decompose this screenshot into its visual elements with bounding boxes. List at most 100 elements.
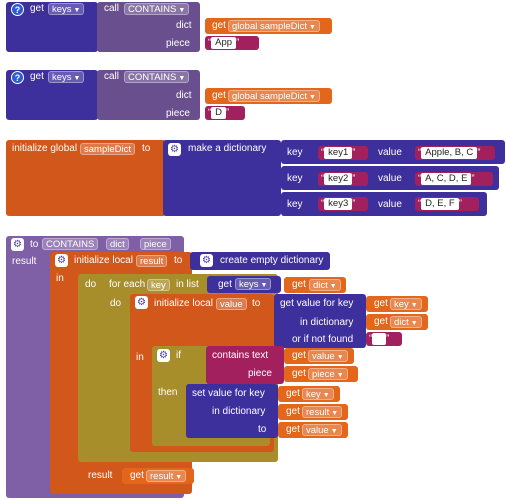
key-label: key <box>287 173 303 184</box>
variable-dropdown[interactable]: global sampleDict ▼ <box>228 19 320 33</box>
dropdown-arrow-icon: ▼ <box>330 428 338 435</box>
variable-dropdown[interactable]: value ▼ <box>308 349 348 363</box>
for-each-label: for each <box>109 279 146 290</box>
get-label: get <box>374 316 388 327</box>
loop-var-field[interactable]: key <box>147 278 170 292</box>
text-block-key2[interactable]: “key2” <box>318 172 368 186</box>
mutator-icon[interactable]: ⚙ <box>200 254 213 267</box>
text-block-app[interactable]: “App” <box>205 36 259 50</box>
dropdown-arrow-icon: ▼ <box>73 75 81 82</box>
do-label: do <box>85 279 97 290</box>
get-label: get <box>30 71 44 82</box>
variable-dropdown[interactable]: key ▼ <box>302 387 334 401</box>
variable-dropdown[interactable]: piece ▼ <box>308 367 348 381</box>
value-label: value <box>378 199 402 210</box>
variable-dropdown[interactable]: result ▼ <box>146 469 187 483</box>
dropdown-arrow-icon: ▼ <box>260 282 268 289</box>
text-block-value1[interactable]: “Apple, B, C” <box>415 146 495 160</box>
text-value[interactable]: key3 <box>324 198 353 210</box>
keys-dropdown[interactable]: keys ▼ <box>235 277 272 291</box>
piece-param-label: piece <box>166 38 190 49</box>
text-value[interactable]: D <box>211 107 227 119</box>
set-value-for-key-label: set value for key <box>192 388 265 399</box>
dropdown-arrow-icon: ▼ <box>73 7 81 14</box>
local-name-field[interactable]: result <box>136 254 168 268</box>
mutator-icon[interactable]: ⚙ <box>11 238 24 251</box>
call-label: call <box>104 71 120 82</box>
initialize-local-label: initialize local <box>154 298 213 309</box>
param-dict[interactable]: dict <box>106 237 129 251</box>
variable-dropdown[interactable]: result ▼ <box>302 405 343 419</box>
dropdown-arrow-icon: ▼ <box>175 474 183 481</box>
dict-param-label: dict <box>176 20 192 31</box>
if-label: if <box>176 350 181 361</box>
variable-dropdown[interactable]: dict ▼ <box>309 278 341 292</box>
text-block-value3[interactable]: “D, E, F” <box>415 197 479 211</box>
text-value[interactable]: D, E, F <box>421 198 459 210</box>
get-label: get <box>374 298 388 309</box>
piece-label: piece <box>248 368 272 379</box>
variable-dropdown[interactable]: global sampleDict ▼ <box>228 89 320 103</box>
text-value[interactable]: Apple, B, C <box>421 147 478 159</box>
dropdown-arrow-icon: ▼ <box>336 372 344 379</box>
keys-dropdown[interactable]: keys ▼ <box>48 2 85 16</box>
value-label: value <box>378 147 402 158</box>
dropdown-arrow-icon: ▼ <box>308 94 316 101</box>
to-label: to <box>30 239 39 250</box>
text-value[interactable]: key2 <box>324 173 353 185</box>
key-label: key <box>287 147 303 158</box>
get-label: get <box>286 388 300 399</box>
get-label: get <box>30 3 44 14</box>
keys-dropdown[interactable]: keys ▼ <box>48 70 85 84</box>
do-label: do <box>110 298 122 309</box>
variable-dropdown[interactable]: dict ▼ <box>390 315 422 329</box>
dropdown-arrow-icon: ▼ <box>178 75 186 82</box>
param-piece[interactable]: piece <box>140 237 171 251</box>
piece-param-label: piece <box>166 108 190 119</box>
get-label: get <box>292 279 306 290</box>
mutator-icon[interactable]: ⚙ <box>55 254 68 267</box>
variable-dropdown[interactable]: value ▼ <box>302 423 342 437</box>
help-icon[interactable]: ? <box>11 3 24 16</box>
text-block-d[interactable]: “D” <box>205 106 245 120</box>
get-label: get <box>286 424 300 435</box>
variable-dropdown[interactable]: key ▼ <box>390 297 422 311</box>
text-block-value2[interactable]: “A, C, D, E” <box>415 172 493 186</box>
to-label: to <box>252 298 261 309</box>
text-value[interactable]: App <box>211 37 237 49</box>
get-label: get <box>212 90 226 101</box>
mutator-icon[interactable]: ⚙ <box>157 349 170 362</box>
dropdown-arrow-icon: ▼ <box>322 392 330 399</box>
global-name-field[interactable]: sampleDict <box>80 142 135 156</box>
value-label: value <box>378 173 402 184</box>
text-block-key1[interactable]: “key1” <box>318 146 368 160</box>
dropdown-arrow-icon: ▼ <box>178 7 186 14</box>
text-value[interactable]: key1 <box>324 147 353 159</box>
dropdown-arrow-icon: ▼ <box>308 24 316 31</box>
result-label: result <box>88 470 113 481</box>
local-name-field[interactable]: value <box>216 297 247 311</box>
get-label: get <box>292 368 306 379</box>
get-value-for-key-label: get value for key <box>280 298 354 309</box>
text-value[interactable] <box>372 333 387 345</box>
text-value[interactable]: A, C, D, E <box>421 173 472 185</box>
create-empty-dictionary-label: create empty dictionary <box>220 255 324 266</box>
initialize-global-label: initialize global <box>12 143 78 154</box>
in-label: in <box>56 273 64 284</box>
in-dictionary-label: in dictionary <box>212 406 266 417</box>
then-label: then <box>158 387 178 398</box>
text-block-empty[interactable]: “ ” <box>366 332 402 346</box>
get-label: get <box>130 470 144 481</box>
text-block-key3[interactable]: “key3” <box>318 197 368 211</box>
contains-text-label: contains text <box>212 350 269 361</box>
mutator-icon[interactable]: ⚙ <box>135 296 148 309</box>
procedure-dropdown[interactable]: CONTAINS ▼ <box>124 2 190 16</box>
mutator-icon[interactable]: ⚙ <box>168 143 181 156</box>
dropdown-arrow-icon: ▼ <box>410 320 418 327</box>
make-dictionary-label: make a dictionary <box>188 143 267 154</box>
procedure-dropdown[interactable]: CONTAINS ▼ <box>124 70 190 84</box>
procedure-name-field[interactable]: CONTAINS <box>42 237 99 251</box>
in-list-label: in list <box>176 279 199 290</box>
dropdown-arrow-icon: ▼ <box>336 354 344 361</box>
help-icon[interactable]: ? <box>11 71 24 84</box>
